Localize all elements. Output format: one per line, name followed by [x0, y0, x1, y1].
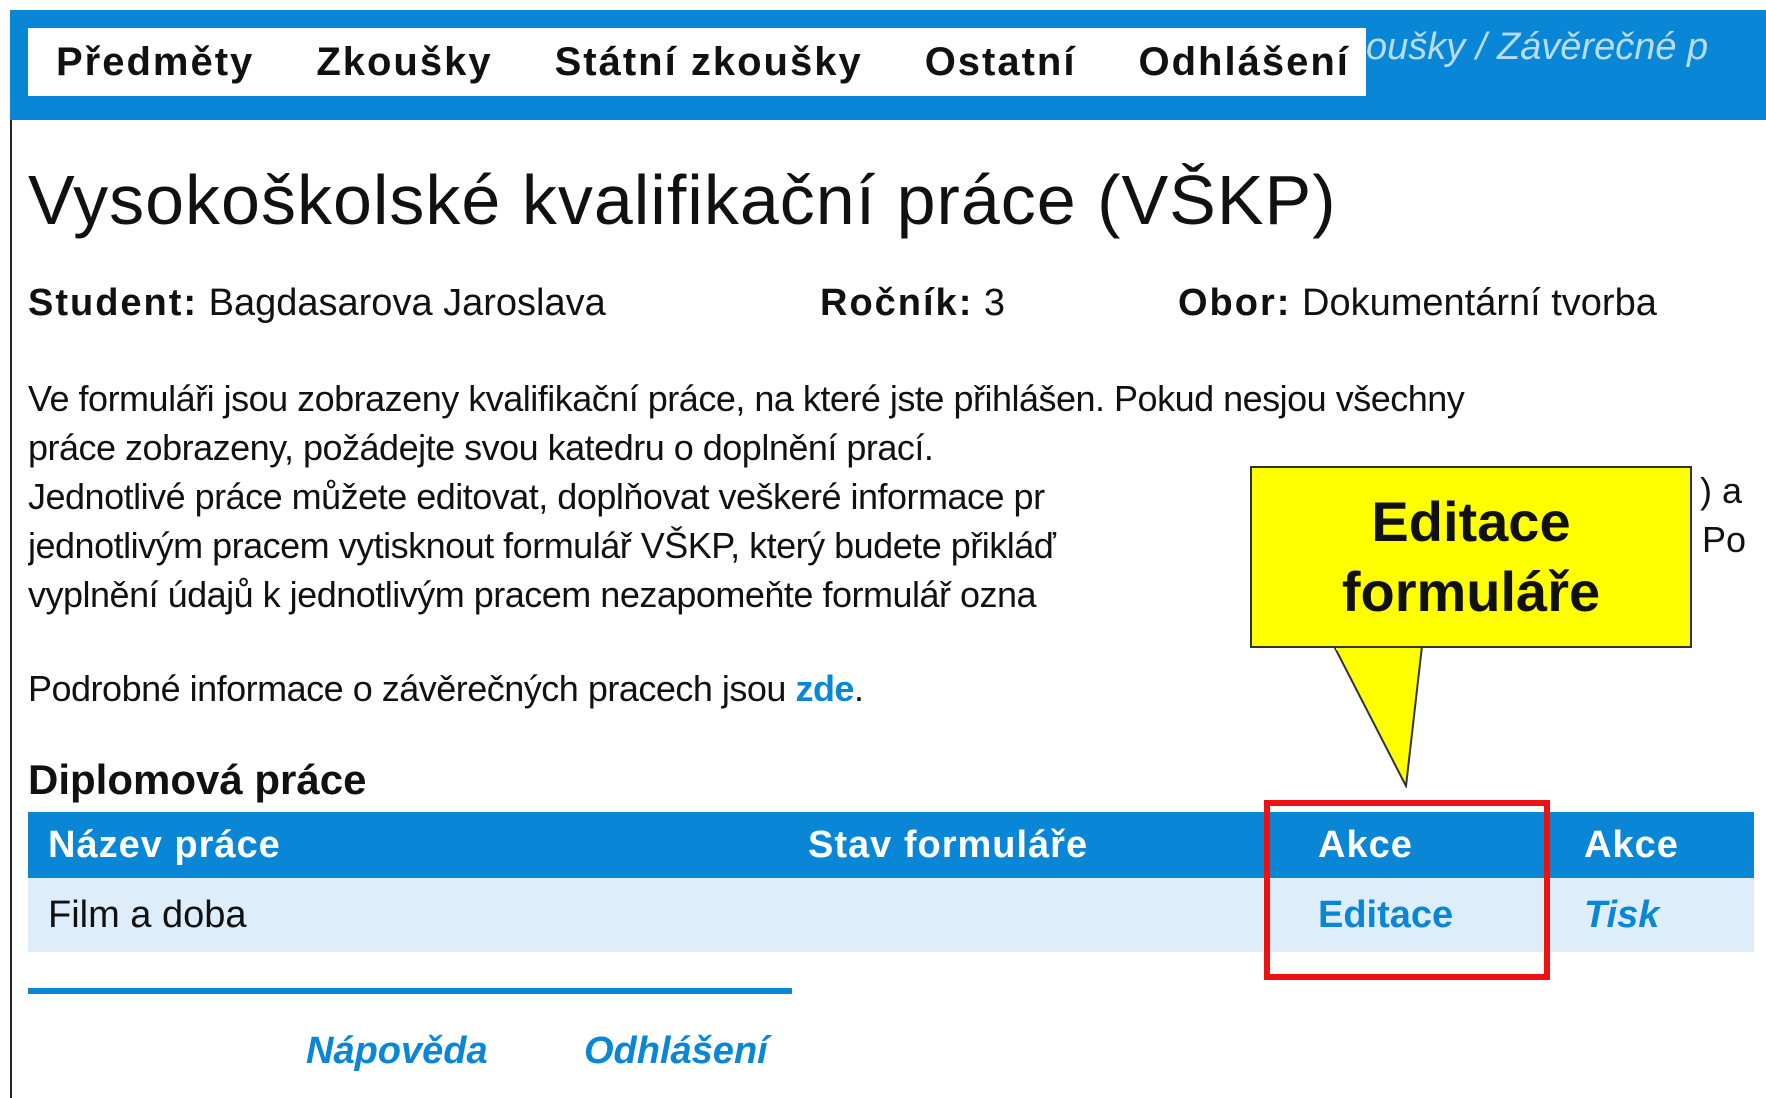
nav-item-zkousky[interactable]: Zkoušky: [316, 40, 492, 85]
help-link[interactable]: Nápověda: [306, 1030, 488, 1073]
header-action-print: Akce: [1584, 823, 1679, 866]
print-link[interactable]: Tisk: [1584, 878, 1659, 952]
more-info: Podrobné informace o závěrečných pracech…: [28, 668, 864, 710]
section-title: Diplomová práce: [28, 756, 367, 803]
field-value: Dokumentární tvorba: [1302, 282, 1657, 324]
breadcrumb: oušky / Závěrečné p: [1366, 26, 1709, 68]
year-value: 3: [983, 282, 1006, 324]
field-label: Obor:: [1178, 282, 1292, 324]
student-value: Bagdasarova Jaroslava: [208, 282, 606, 324]
intro-line-4-tail: Po: [1702, 519, 1747, 560]
student-label: Student:: [28, 282, 199, 324]
nav-item-predmety[interactable]: Předměty: [56, 40, 254, 85]
year-label: Ročník:: [820, 282, 974, 324]
footer-divider: [28, 988, 792, 994]
main-nav: Předměty Zkoušky Státní zkoušky Ostatní …: [28, 28, 1366, 96]
more-info-link[interactable]: zde: [795, 668, 854, 709]
intro-line-3-tail: ) a: [1700, 470, 1743, 511]
nav-item-ostatni[interactable]: Ostatní: [925, 40, 1077, 85]
header-title: Název práce: [48, 823, 281, 866]
callout-line-2: formuláře: [1341, 560, 1601, 623]
nav-item-statni-zkousky[interactable]: Státní zkoušky: [555, 40, 863, 85]
student-info: Student: Bagdasarova Jaroslava: [28, 282, 606, 325]
header-status: Stav formuláře: [808, 823, 1089, 866]
nav-item-odhlaseni[interactable]: Odhlášení: [1138, 40, 1349, 85]
callout-bubble: Editace formuláře: [1250, 466, 1692, 648]
intro-line-1: Ve formuláři jsou zobrazeny kvalifikační…: [28, 378, 1465, 419]
intro-line-2: práce zobrazeny, požádejte svou katedru …: [28, 427, 934, 468]
callout-line-1: Editace: [1371, 490, 1571, 553]
year-info: Ročník: 3: [820, 282, 1005, 325]
page-title: Vysokoškolské kvalifikační práce (VŠKP): [28, 161, 1337, 239]
thesis-name: Film a doba: [48, 893, 247, 936]
callout-pointer: [1332, 646, 1424, 788]
more-info-text: Podrobné informace o závěrečných pracech…: [28, 668, 796, 709]
more-info-end: .: [853, 668, 864, 709]
field-info: Obor: Dokumentární tvorba: [1178, 282, 1657, 325]
edit-highlight-box: [1264, 800, 1550, 980]
logout-link[interactable]: Odhlášení: [584, 1030, 768, 1073]
